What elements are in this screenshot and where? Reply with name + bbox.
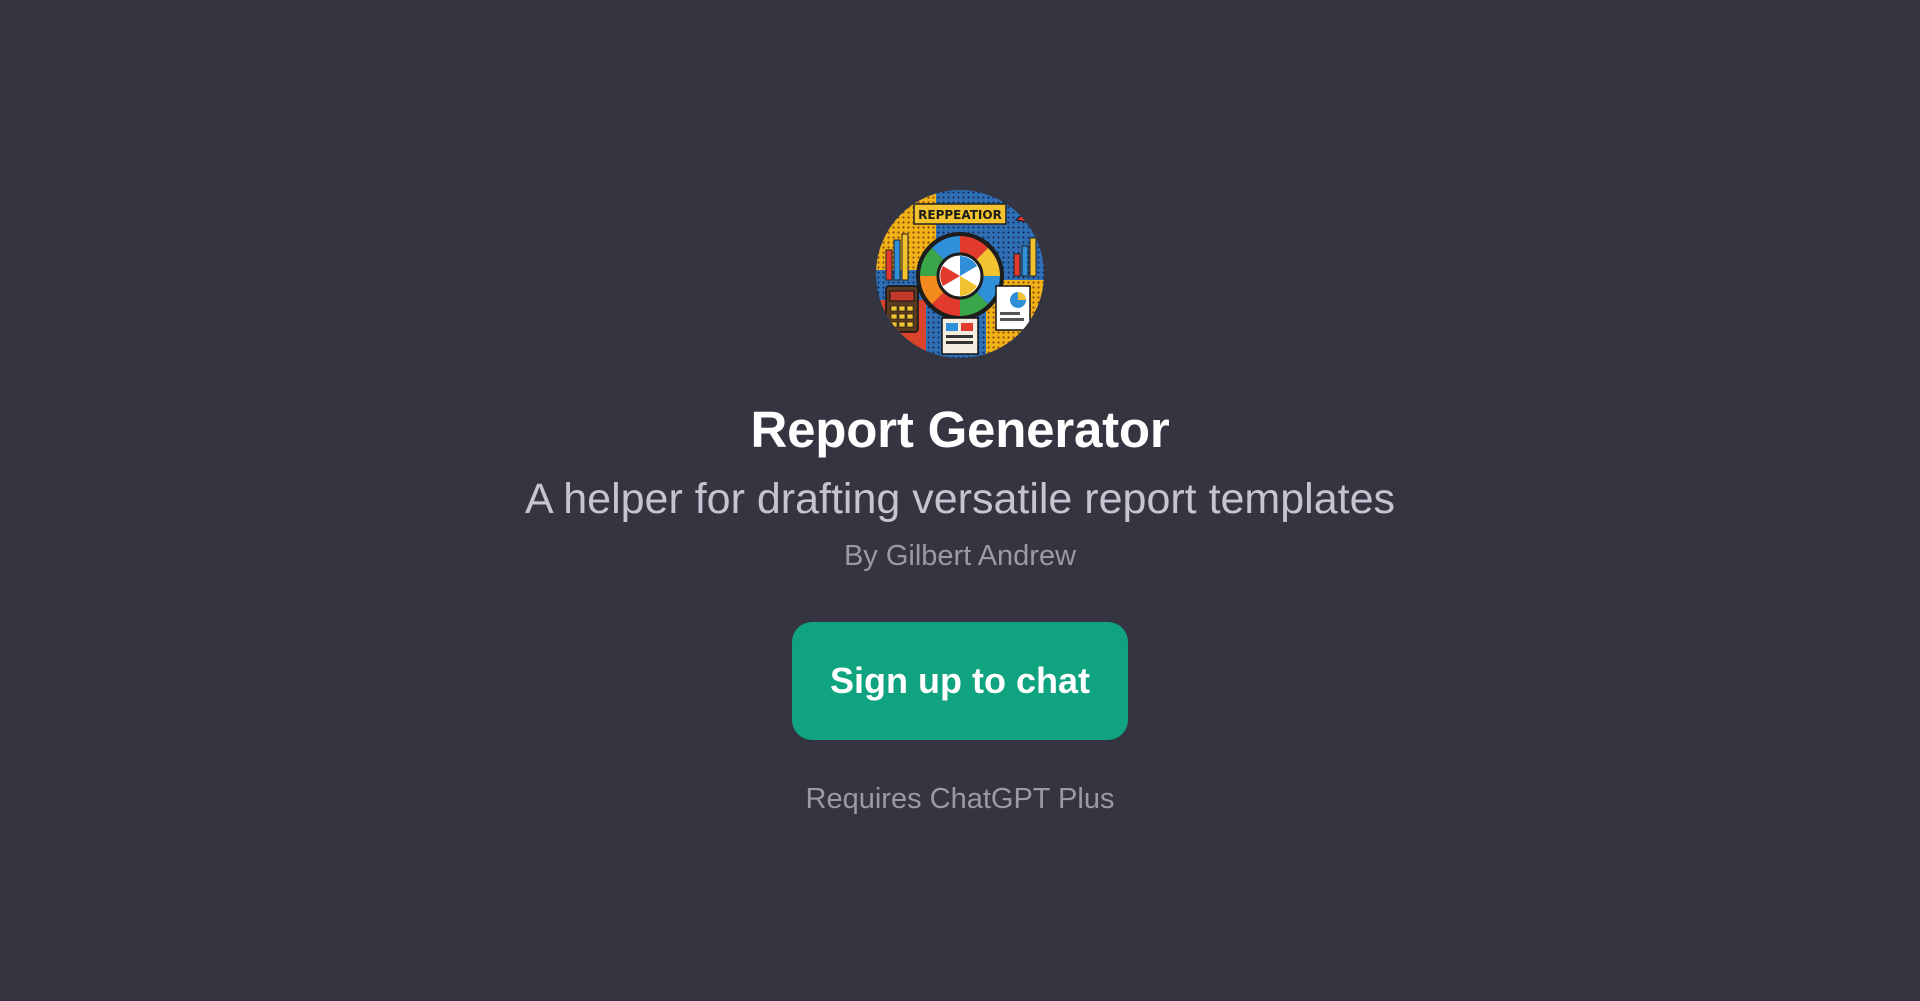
gpt-author: By Gilbert Andrew [843, 540, 1077, 573]
report-generator-avatar-icon: REPPEATIOR [876, 190, 1044, 358]
requires-plus-note: Requires ChatGPT Plus [805, 783, 1115, 816]
gpt-title: Report Generator [750, 401, 1170, 458]
avatar-banner-text: REPPEATIOR [918, 208, 1002, 222]
sign-up-to-chat-button[interactable]: Sign up to chat [792, 622, 1128, 741]
gpt-description: A helper for drafting versatile report t… [525, 475, 1395, 523]
gpt-landing-page: REPPEATIOR Report Generator A helper for… [0, 0, 1920, 1001]
